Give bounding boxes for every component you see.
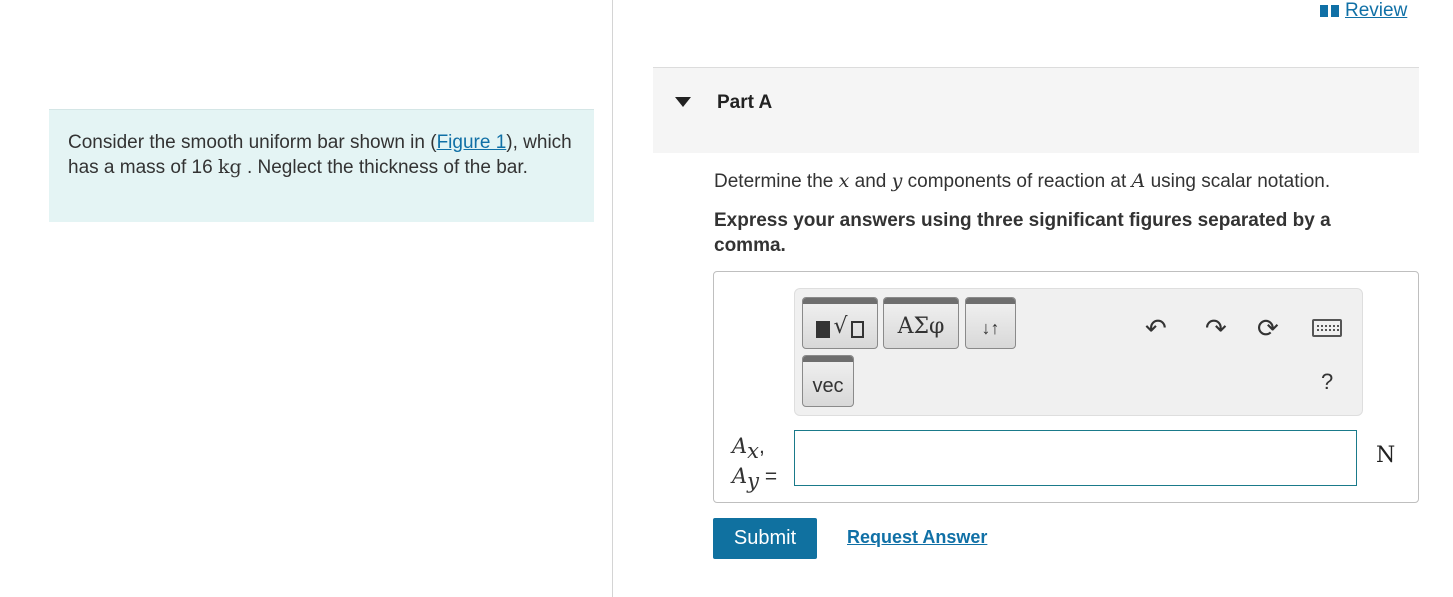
book-icon bbox=[1320, 4, 1339, 18]
request-answer-link[interactable]: Request Answer bbox=[847, 527, 987, 548]
question-part: using scalar notation. bbox=[1150, 171, 1331, 192]
label-equals: = bbox=[759, 465, 778, 489]
question-part: Determine the bbox=[714, 171, 834, 192]
mass-unit: kg bbox=[217, 156, 242, 178]
label-comma: , bbox=[759, 435, 765, 458]
question-part: and bbox=[854, 171, 887, 192]
var-A: A bbox=[1131, 170, 1146, 192]
figure-link[interactable]: Figure 1 bbox=[437, 132, 507, 153]
greek-label: ΑΣφ bbox=[897, 313, 945, 339]
unit-label: N bbox=[1376, 443, 1396, 468]
var-y: y bbox=[891, 170, 903, 192]
question-text: Determine the x and y components of reac… bbox=[714, 170, 1330, 193]
templates-icon: √ bbox=[816, 316, 864, 338]
problem-text-1: Consider the smooth uniform bar shown in… bbox=[68, 132, 437, 153]
label-A: A bbox=[732, 464, 748, 489]
label-sub-y: y bbox=[747, 469, 760, 494]
keyboard-icon[interactable] bbox=[1312, 319, 1342, 337]
answer-label: Ax, Ay = bbox=[732, 434, 777, 494]
answer-input[interactable] bbox=[794, 430, 1357, 486]
templates-button[interactable]: √ bbox=[802, 297, 878, 349]
review-label: Review bbox=[1345, 0, 1408, 21]
problem-text-3: . Neglect the thickness of the bar. bbox=[246, 157, 528, 178]
vec-button[interactable]: vec bbox=[802, 355, 854, 407]
label-sub-x: x bbox=[747, 439, 760, 464]
column-divider bbox=[612, 0, 613, 597]
math-toolbar: √ ΑΣφ ↓↑ vec ↶ ↷ ⟳ ? bbox=[794, 288, 1363, 416]
question-part: components of reaction at bbox=[907, 171, 1127, 192]
redo-icon[interactable]: ↷ bbox=[1205, 313, 1227, 343]
collapse-caret-icon[interactable] bbox=[675, 97, 691, 107]
arrows-label: ↓↑ bbox=[981, 317, 1000, 338]
reset-icon[interactable]: ⟳ bbox=[1257, 313, 1279, 343]
var-x: x bbox=[838, 170, 850, 192]
undo-icon[interactable]: ↶ bbox=[1145, 313, 1167, 343]
label-A: A bbox=[732, 434, 748, 458]
help-button[interactable]: ? bbox=[1321, 369, 1333, 395]
part-a-header[interactable]: Part A bbox=[653, 67, 1419, 153]
submit-button[interactable]: Submit bbox=[713, 518, 817, 559]
instruction-text: Express your answers using three signifi… bbox=[714, 210, 1331, 256]
review-link[interactable]: Review bbox=[1320, 0, 1407, 22]
vec-label: vec bbox=[812, 374, 844, 397]
problem-statement: Consider the smooth uniform bar shown in… bbox=[49, 109, 594, 222]
arrows-button[interactable]: ↓↑ bbox=[965, 297, 1016, 349]
answer-box: √ ΑΣφ ↓↑ vec ↶ ↷ ⟳ ? Ax, Ay = N bbox=[713, 271, 1419, 503]
part-title: Part A bbox=[717, 92, 773, 113]
greek-symbols-button[interactable]: ΑΣφ bbox=[883, 297, 959, 349]
